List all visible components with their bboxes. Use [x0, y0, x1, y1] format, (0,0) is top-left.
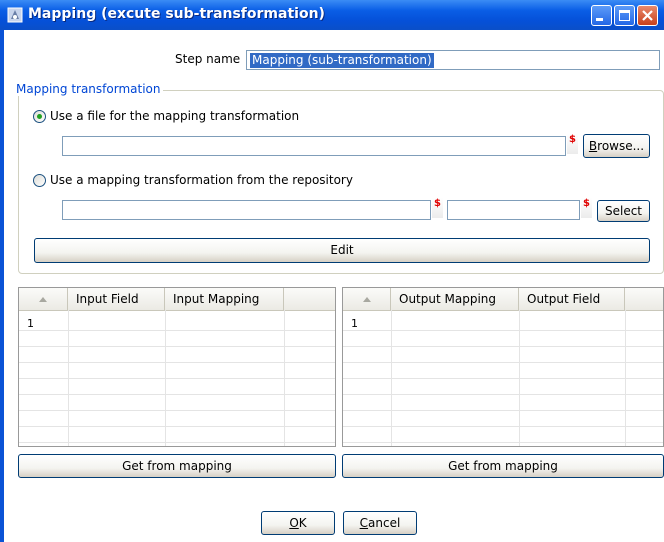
row-number: 1: [27, 317, 34, 330]
sort-column-header[interactable]: [343, 288, 391, 310]
input-fields-table[interactable]: Input Field Input Mapping 1: [18, 287, 336, 447]
select-button[interactable]: Select: [597, 200, 650, 222]
app-icon: [7, 7, 23, 23]
sort-icon: [363, 297, 371, 302]
step-name-value: Mapping (sub-transformation): [250, 53, 434, 68]
repository-directory-input[interactable]: [62, 200, 431, 220]
close-icon: [642, 10, 653, 21]
column-header-output-field[interactable]: Output Field: [519, 288, 625, 310]
get-from-mapping-input-button[interactable]: Get from mapping: [18, 454, 336, 478]
sort-icon: [39, 297, 47, 302]
minimize-icon: [596, 18, 603, 21]
sort-column-header[interactable]: [19, 288, 68, 310]
radio-selected-dot: [37, 114, 42, 119]
table-header: Input Field Input Mapping: [19, 288, 335, 311]
variable-icon: $: [581, 198, 592, 218]
variable-icon: $: [567, 134, 578, 154]
close-button[interactable]: [637, 5, 658, 26]
edit-button[interactable]: Edit: [34, 238, 650, 263]
step-name-input[interactable]: Mapping (sub-transformation): [246, 50, 660, 70]
browse-button[interactable]: Browse...: [583, 134, 650, 158]
dialog-body: Step name Mapping (sub-transformation) M…: [4, 30, 664, 542]
column-header-output-mapping[interactable]: Output Mapping: [391, 288, 519, 310]
table-header: Output Mapping Output Field: [343, 288, 663, 311]
minimize-button[interactable]: [591, 5, 612, 26]
maximize-button[interactable]: [614, 5, 635, 26]
use-file-radio[interactable]: [33, 110, 46, 123]
filename-input[interactable]: [62, 136, 566, 156]
use-repository-radio[interactable]: [33, 174, 46, 187]
row-number: 1: [351, 317, 358, 330]
use-repository-label[interactable]: Use a mapping transformation from the re…: [50, 173, 353, 187]
column-header-input-mapping[interactable]: Input Mapping: [165, 288, 284, 310]
step-name-label: Step name: [175, 52, 241, 66]
column-header-input-field[interactable]: Input Field: [68, 288, 165, 310]
variable-icon: $: [432, 198, 443, 218]
title-bar[interactable]: Mapping (excute sub-transformation): [0, 0, 664, 30]
window-title: Mapping (excute sub-transformation): [28, 6, 325, 22]
use-file-label[interactable]: Use a file for the mapping transformatio…: [50, 109, 299, 123]
maximize-icon: [619, 10, 630, 21]
ok-button[interactable]: OK: [261, 511, 335, 535]
output-fields-table[interactable]: Output Mapping Output Field 1: [342, 287, 664, 447]
repository-name-input[interactable]: [447, 200, 580, 220]
cancel-button[interactable]: Cancel: [343, 511, 417, 535]
get-from-mapping-output-button[interactable]: Get from mapping: [342, 454, 664, 478]
group-title: Mapping transformation: [13, 82, 164, 96]
